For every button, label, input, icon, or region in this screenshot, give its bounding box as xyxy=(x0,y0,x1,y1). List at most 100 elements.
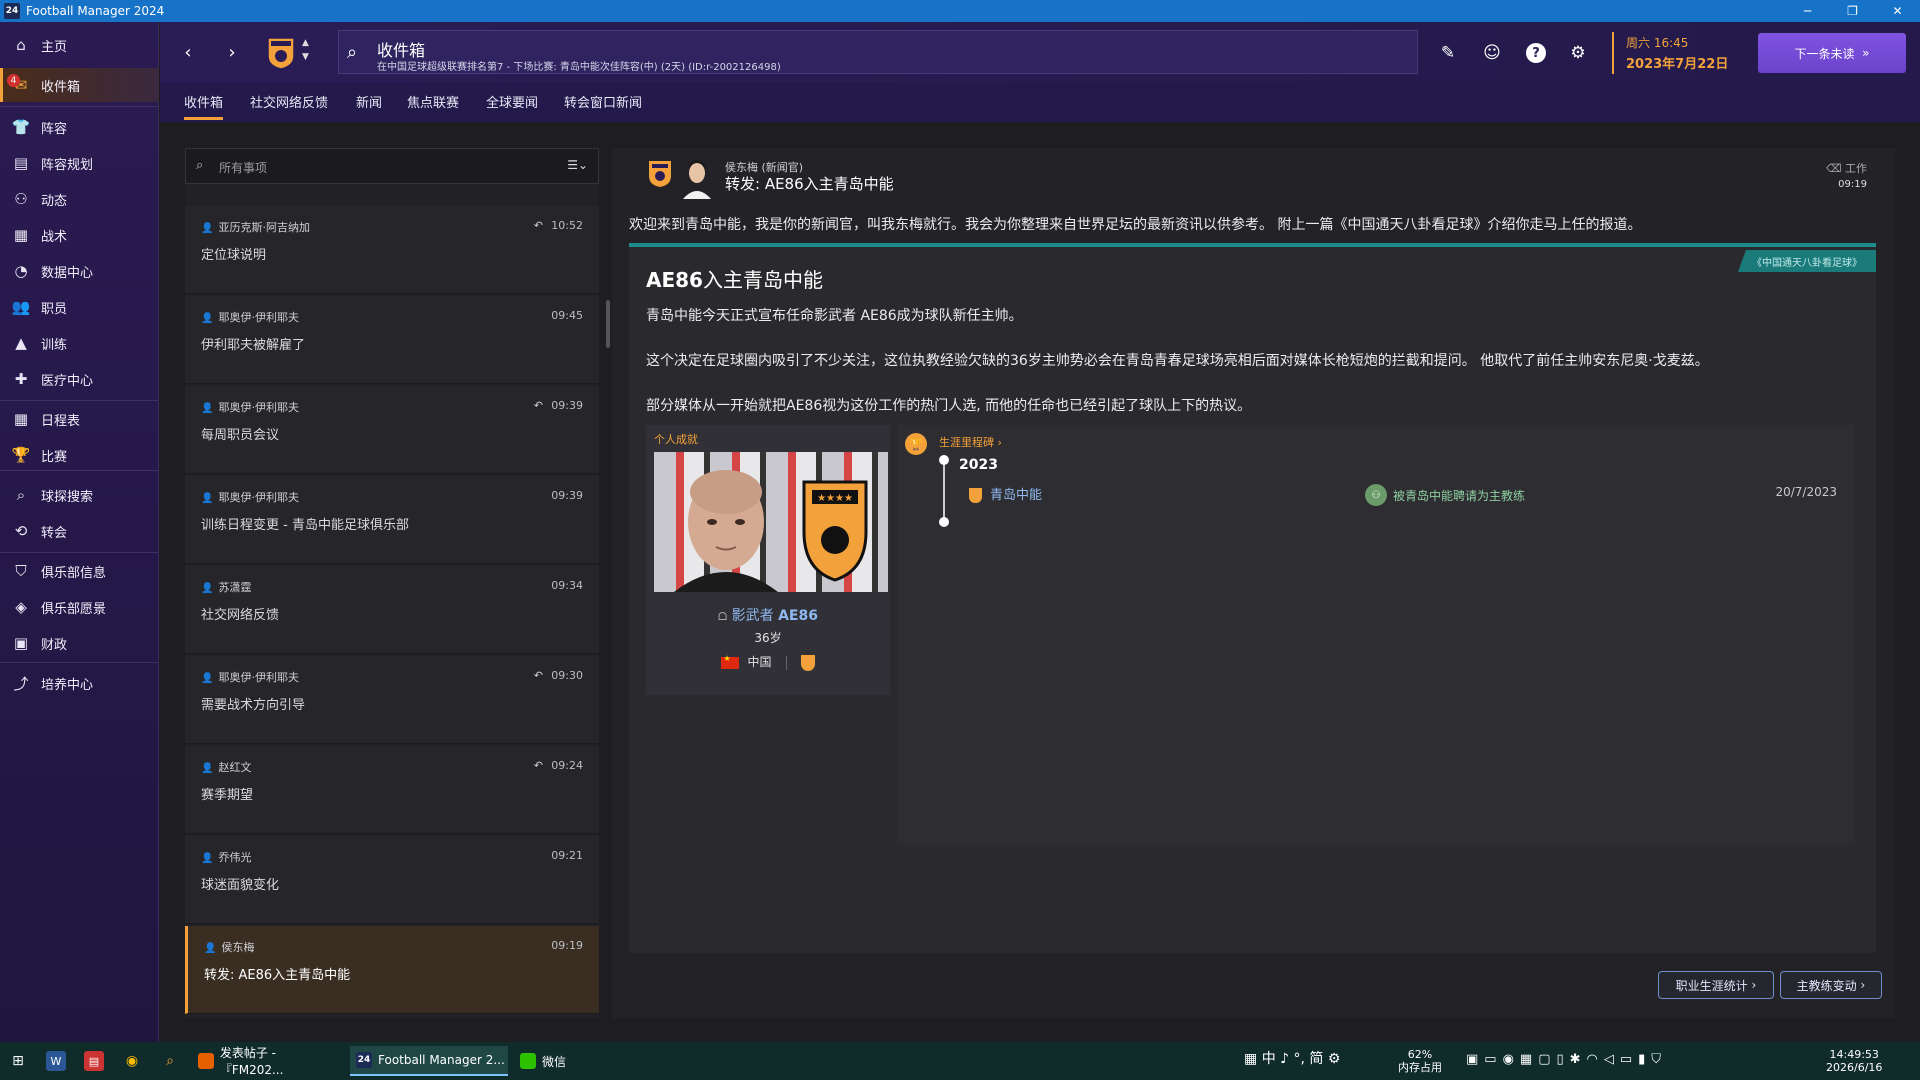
inbox-scrollbar[interactable] xyxy=(606,300,610,348)
coach-portrait[interactable]: ★★★★ xyxy=(654,452,888,592)
milestone-club[interactable]: 青岛中能 xyxy=(969,484,1042,503)
message-time: 09:30 xyxy=(551,669,583,682)
nav-label: 职员 xyxy=(41,301,68,317)
tab-focus-league[interactable]: 焦点联赛 xyxy=(407,92,459,117)
close-button[interactable]: ✕ xyxy=(1875,0,1920,22)
taskbar-app-wechat[interactable]: 微信 xyxy=(514,1046,664,1076)
search-app-icon[interactable]: ⌕ xyxy=(160,1051,180,1071)
minimize-button[interactable]: ─ xyxy=(1785,0,1830,22)
club-crest-icon[interactable] xyxy=(266,36,296,70)
nav-development[interactable]: ⤴ 培养中心 xyxy=(0,666,159,700)
nav-dynamics[interactable]: ⚇ 动态 xyxy=(0,182,159,216)
nav-finances[interactable]: ▣ 财政 xyxy=(0,626,159,660)
milestone-date: 20/7/2023 xyxy=(1775,485,1837,499)
nav-squad[interactable]: 👕 阵容 xyxy=(0,110,159,144)
nav-label: 俱乐部愿景 xyxy=(41,601,107,617)
filter-menu-icon[interactable]: ☰⌄ xyxy=(567,158,588,172)
settings-icon[interactable]: ⚙ xyxy=(1566,41,1590,65)
message-header: 侯东梅 (新闻官) 转发: AE86入主青岛中能 ⌫ 工作 09:19 xyxy=(612,148,1895,204)
nav-home[interactable]: ⌂ 主页 xyxy=(0,28,159,62)
career-stats-button[interactable]: 职业生涯统计 › xyxy=(1658,971,1774,999)
nav-club-info[interactable]: ⛉ 俱乐部信息 xyxy=(0,554,159,588)
game-date[interactable]: 周六 16:45 2023年7月22日 xyxy=(1612,32,1742,74)
pdf-icon[interactable]: ▤ xyxy=(84,1051,104,1071)
inbox-message[interactable]: 👤 耶奥伊·伊利耶夫 09:39 训练日程变更 - 青岛中能足球俱乐部 xyxy=(185,476,599,564)
message-time: 09:39 xyxy=(551,399,583,412)
back-button[interactable]: ‹ xyxy=(176,40,200,64)
continue-button[interactable]: 下一条未读 » xyxy=(1758,33,1906,73)
inbox-message[interactable]: 👤 亚历克斯·阿吉纳加 ↶ 10:52 定位球说明 xyxy=(185,206,599,294)
taskbar-app-fm[interactable]: 24 Football Manager 2... xyxy=(350,1046,508,1076)
person-icon: 👤 xyxy=(201,403,214,414)
inbox-message[interactable]: 👤 乔伟光 09:21 球迷面貌变化 xyxy=(185,836,599,924)
restore-button[interactable]: ❐ xyxy=(1830,0,1875,22)
memory-usage[interactable]: 62% 内存占用 xyxy=(1398,1048,1442,1074)
help-icon[interactable]: ? xyxy=(1526,43,1546,63)
source-tag[interactable]: 《中国通天八卦看足球》 xyxy=(1738,250,1876,272)
inbox-message[interactable]: 👤 苏潇霆 09:34 社交网络反馈 xyxy=(185,566,599,654)
development-icon: ⤴ xyxy=(13,674,29,693)
message-sender: 侯东梅 xyxy=(221,941,255,954)
system-tray-icons[interactable]: ▣▭◉▦▢▯✱◠◁▭▮⛉ xyxy=(1466,1053,1667,1066)
forward-button[interactable]: › xyxy=(220,40,244,64)
club-switch-icon[interactable]: ▲ ▼ xyxy=(302,36,309,64)
manager-icon[interactable]: ☺ xyxy=(1480,41,1504,65)
inbox-message[interactable]: 👤 赵红文 ↶ 09:24 赛季期望 xyxy=(185,746,599,834)
nav-schedule[interactable]: ▦ 日程表 xyxy=(0,402,159,436)
message-detail: 侯东梅 (新闻官) 转发: AE86入主青岛中能 ⌫ 工作 09:19 欢迎来到… xyxy=(612,148,1895,1018)
tag-icon: ⌫ xyxy=(1825,162,1842,175)
nav-club-vision[interactable]: ◈ 俱乐部愿景 xyxy=(0,590,159,624)
article-title: AE86入主青岛中能 xyxy=(646,268,823,292)
clock[interactable]: 14:49:53 2026/6/16 xyxy=(1826,1048,1882,1074)
windows-start-icon[interactable]: ⊞ xyxy=(8,1051,28,1071)
inbox-message[interactable]: 👤 耶奥伊·伊利耶夫 09:45 伊利耶夫被解雇了 xyxy=(185,296,599,384)
edit-icon[interactable]: ✎ xyxy=(1436,41,1460,65)
wechat-icon xyxy=(520,1053,536,1069)
club-crest-icon[interactable] xyxy=(800,654,815,671)
nav-scouting[interactable]: ⌕ 球探搜索 xyxy=(0,478,159,512)
nav-tactics[interactable]: ▦ 战术 xyxy=(0,218,159,252)
header-search[interactable]: ⌕ 收件箱 在中国足球超级联赛排名第7 - 下场比赛: 青岛中能次佳阵容(中) … xyxy=(338,30,1418,74)
nav-squad-planner[interactable]: ▤ 阵容规划 xyxy=(0,146,159,180)
inbox-message[interactable]: 👤 耶奥伊·伊利耶夫 ↶ 09:39 每周职员会议 xyxy=(185,386,599,474)
timeline-dot xyxy=(939,517,949,527)
tab-social-feedback[interactable]: 社交网络反馈 xyxy=(250,92,328,117)
nav-transfers[interactable]: ⟲ 转会 xyxy=(0,514,159,548)
nav-label: 阵容规划 xyxy=(41,157,94,173)
tab-transfer-window-news[interactable]: 转会窗口新闻 xyxy=(564,92,642,117)
inbox-filter-bar[interactable]: ⌕ 所有事项 ☰⌄ xyxy=(185,148,599,184)
nav-staff[interactable]: 👥 职员 xyxy=(0,290,159,324)
message-sender: 亚历克斯·阿吉纳加 xyxy=(218,221,310,234)
nav-label: 阵容 xyxy=(41,121,68,137)
inbox-message-selected[interactable]: 👤 侯东梅 09:19 转发: AE86入主青岛中能 xyxy=(185,926,599,1014)
taskbar-app-firefox[interactable]: 发表帖子 - 『FM202... xyxy=(192,1046,342,1077)
nav-training[interactable]: ▲ 训练 xyxy=(0,326,159,360)
message-sender: 耶奥伊·伊利耶夫 xyxy=(218,401,299,414)
career-milestones: 🏆 生涯里程碑 › 2023 青岛中能 ⚇ 被青岛中能聘请为主教练 20/7/20… xyxy=(897,425,1855,845)
coach-name[interactable]: ᗝ 影武者 AE86 xyxy=(646,605,890,625)
person-icon: 👤 xyxy=(201,763,214,774)
nav-inbox[interactable]: 4 ✉ 收件箱 xyxy=(0,68,159,102)
nav-data-hub[interactable]: ◔ 数据中心 xyxy=(0,254,159,288)
nav-medical[interactable]: ✚ 医疗中心 xyxy=(0,362,159,396)
inbox-message[interactable]: 👤 耶奥伊·伊利耶夫 ↶ 09:30 需要战术方向引导 xyxy=(185,656,599,744)
manager-moves-button[interactable]: 主教练变动 › xyxy=(1780,971,1882,999)
search-icon: ⌕ xyxy=(196,158,204,173)
ime-indicator[interactable]: ▦ 中 ♪ °, 简 ⚙ xyxy=(1244,1052,1340,1066)
transfers-icon: ⟲ xyxy=(14,522,28,540)
message-sender: 乔伟光 xyxy=(218,851,252,864)
inbox-search-input[interactable]: 所有事项 xyxy=(219,159,267,176)
nav-competitions[interactable]: 🏆 比赛 xyxy=(0,438,159,472)
career-milestones-label[interactable]: 生涯里程碑 › xyxy=(939,434,1002,450)
word-icon[interactable]: W xyxy=(46,1051,66,1071)
chrome-icon[interactable]: ◉ xyxy=(122,1051,142,1071)
person-icon: 👤 xyxy=(201,583,214,594)
tab-news[interactable]: 新闻 xyxy=(356,92,382,117)
tab-world-news[interactable]: 全球要闻 xyxy=(486,92,538,117)
message-time: 09:19 xyxy=(551,939,583,952)
nav-label: 培养中心 xyxy=(41,677,94,693)
milestone-year: 2023 xyxy=(959,457,998,473)
message-subject: 转发: AE86入主青岛中能 xyxy=(204,968,351,983)
unread-badge: 4 xyxy=(7,74,20,87)
tab-inbox[interactable]: 收件箱 xyxy=(184,92,224,120)
